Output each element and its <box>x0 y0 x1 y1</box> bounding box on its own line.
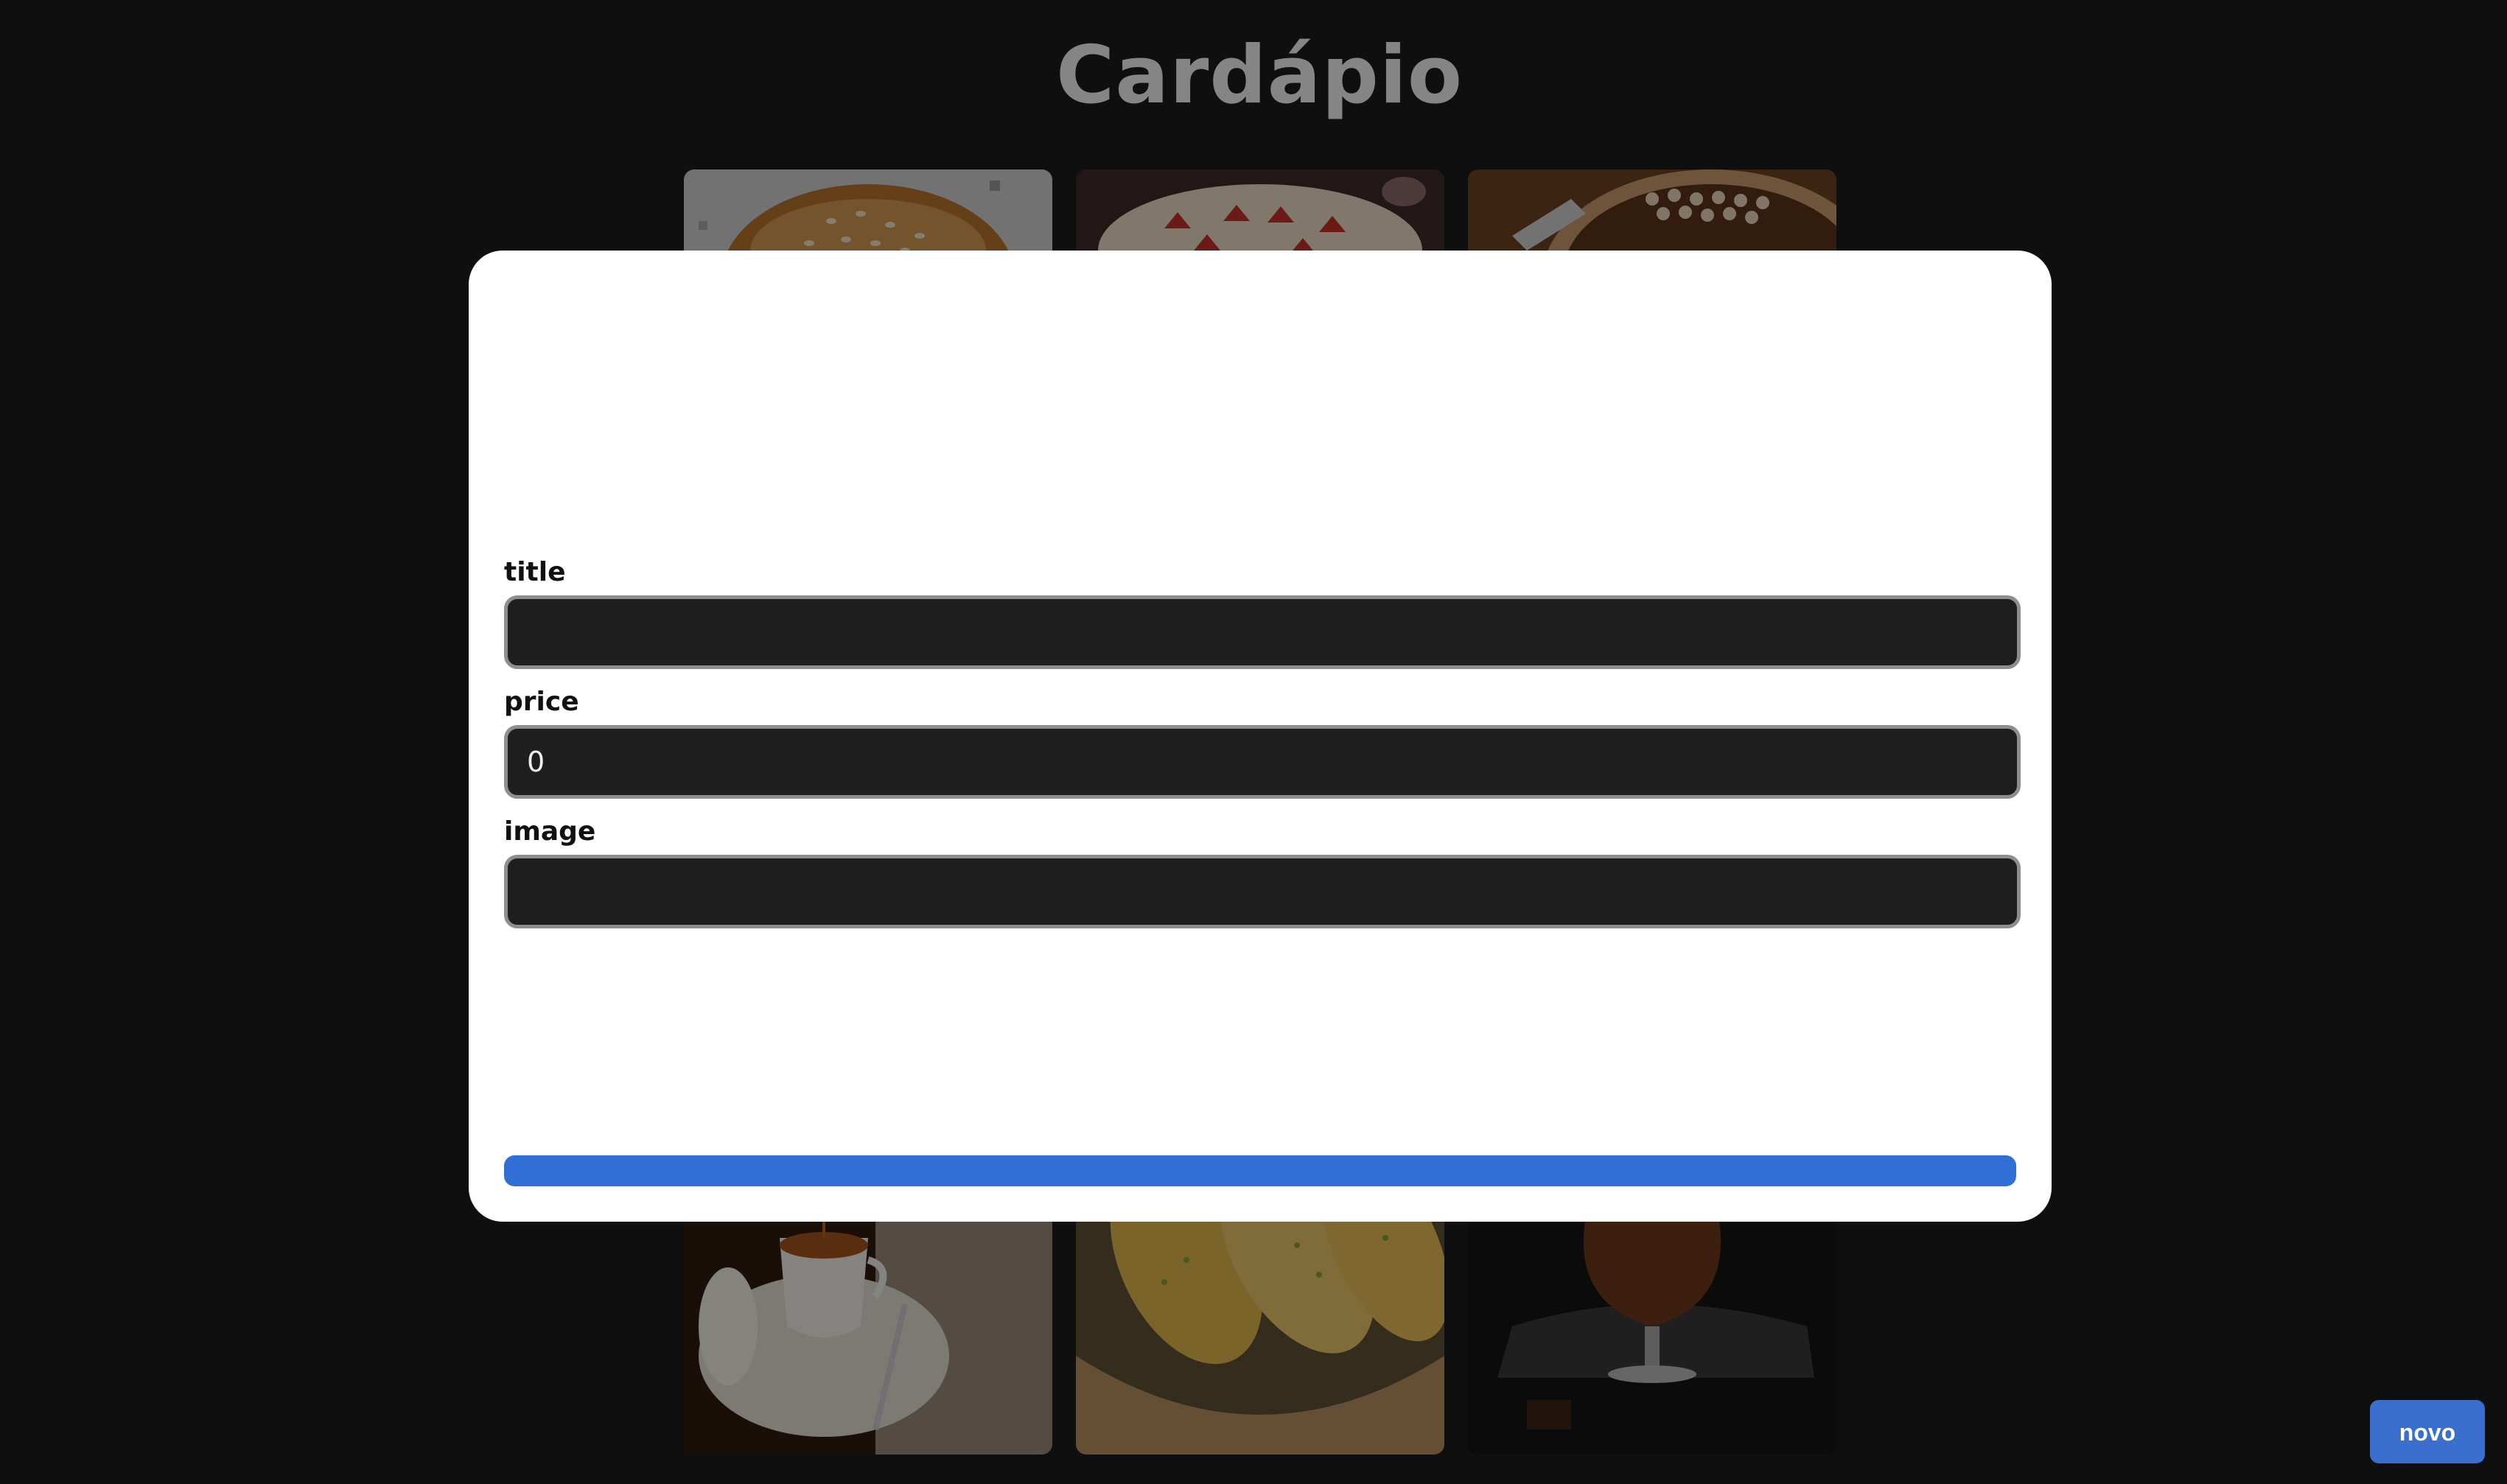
submit-button[interactable] <box>504 1155 2016 1186</box>
image-input[interactable] <box>504 855 2021 928</box>
title-input[interactable] <box>504 595 2021 669</box>
new-item-button[interactable]: novo <box>2370 1400 2485 1463</box>
title-label: title <box>504 557 566 587</box>
item-form-modal: title price image <box>469 251 2052 1222</box>
image-label: image <box>504 816 596 847</box>
price-input[interactable] <box>504 725 2021 799</box>
menu-page: Cardápio novo title price 0 image <box>0 0 2507 1484</box>
price-label: price <box>504 687 579 717</box>
